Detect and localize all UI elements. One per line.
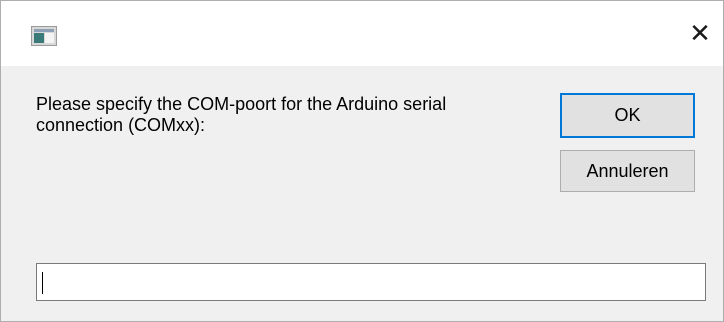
- close-icon[interactable]: ✕: [677, 1, 723, 66]
- ok-button[interactable]: OK: [560, 93, 695, 138]
- cancel-button[interactable]: Annuleren: [560, 150, 695, 192]
- app-window-icon: [31, 26, 57, 46]
- com-port-input[interactable]: [36, 263, 706, 301]
- prompt-message: Please specify the COM-poort for the Ard…: [36, 94, 447, 135]
- input-dialog: ✕ Please specify the COM-poort for the A…: [0, 0, 724, 322]
- title-bar: ✕: [1, 1, 723, 66]
- text-caret: [42, 272, 43, 294]
